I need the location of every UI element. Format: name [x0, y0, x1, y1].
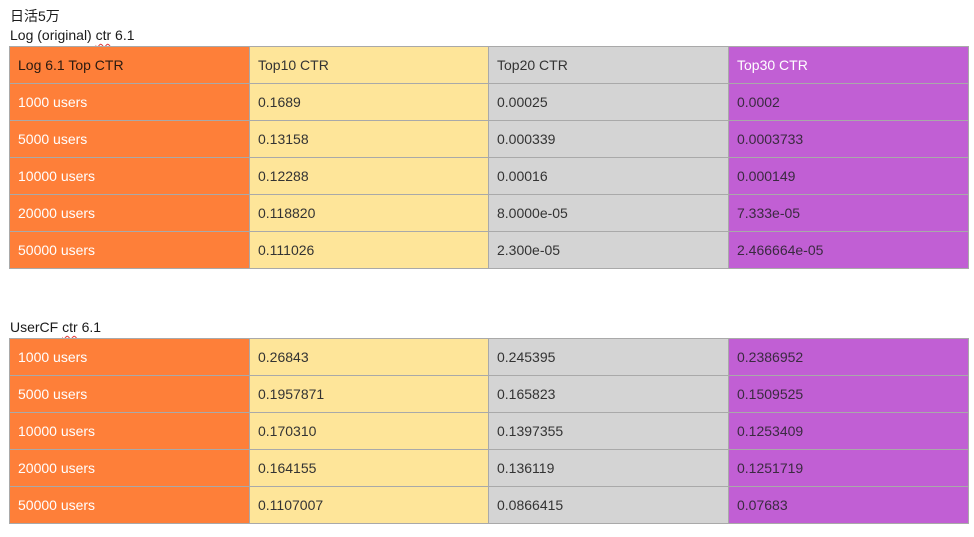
- table-cell[interactable]: 20000 users: [9, 449, 250, 487]
- table-row: 5000 users 0.13158 0.000339 0.0003733: [9, 120, 969, 158]
- table-cell[interactable]: 0.0002: [728, 83, 969, 121]
- caption-log-table: Log (original) ctr 6.1: [10, 26, 135, 44]
- table-cell[interactable]: 0.1957871: [249, 375, 489, 413]
- caption-log-suffix: 6.1: [111, 27, 135, 43]
- table-cell[interactable]: 0.170310: [249, 412, 489, 450]
- table-cell[interactable]: 8.0000e-05: [488, 194, 729, 232]
- table-cell[interactable]: 0.118820: [249, 194, 489, 232]
- table-cell[interactable]: 10000 users: [9, 412, 250, 450]
- table-row: 1000 users 0.26843 0.245395 0.2386952: [9, 338, 969, 376]
- table-cell[interactable]: 7.333e-05: [728, 194, 969, 232]
- table-cell[interactable]: 0.1253409: [728, 412, 969, 450]
- log-header-top20[interactable]: Top20 CTR: [488, 46, 729, 84]
- table-cell[interactable]: 0.136119: [488, 449, 729, 487]
- caption-dau-text: 日活5万: [10, 8, 60, 24]
- log-header-top10[interactable]: Top10 CTR: [249, 46, 489, 84]
- table-cell[interactable]: 0.000339: [488, 120, 729, 158]
- table-cell[interactable]: 0.2386952: [728, 338, 969, 376]
- table-cell[interactable]: 5000 users: [9, 120, 250, 158]
- table-row: 20000 users 0.164155 0.136119 0.1251719: [9, 449, 969, 487]
- table-row: 50000 users 0.111026 2.300e-05 2.466664e…: [9, 231, 969, 269]
- table-cell[interactable]: 50000 users: [9, 486, 250, 524]
- table-row: 10000 users 0.170310 0.1397355 0.1253409: [9, 412, 969, 450]
- table-cell[interactable]: 0.164155: [249, 449, 489, 487]
- table-cell[interactable]: 5000 users: [9, 375, 250, 413]
- table-cell[interactable]: 20000 users: [9, 194, 250, 232]
- table-cell[interactable]: 50000 users: [9, 231, 250, 269]
- table-cell[interactable]: 0.165823: [488, 375, 729, 413]
- table-cell[interactable]: 0.1509525: [728, 375, 969, 413]
- caption-log-ctr-word: ctr: [95, 27, 112, 43]
- table-cell[interactable]: 0.12288: [249, 157, 489, 195]
- table-cell[interactable]: 0.1397355: [488, 412, 729, 450]
- table-cell[interactable]: 10000 users: [9, 157, 250, 195]
- table-row: 1000 users 0.1689 0.00025 0.0002: [9, 83, 969, 121]
- caption-usercf-suffix: 6.1: [77, 319, 102, 335]
- table-cell[interactable]: 0.111026: [249, 231, 489, 269]
- caption-log-prefix: Log (original): [10, 27, 96, 43]
- log-ctr-table: Log 6.1 Top CTR Top10 CTR Top20 CTR Top3…: [9, 46, 969, 269]
- log-header-top30[interactable]: Top30 CTR: [728, 46, 969, 84]
- table-cell[interactable]: 0.07683: [728, 486, 969, 524]
- table-row: 5000 users 0.1957871 0.165823 0.1509525: [9, 375, 969, 413]
- table-cell[interactable]: 0.00016: [488, 157, 729, 195]
- table-cell[interactable]: 1000 users: [9, 338, 250, 376]
- table-row: 50000 users 0.1107007 0.0866415 0.07683: [9, 486, 969, 524]
- table-cell[interactable]: 1000 users: [9, 83, 250, 121]
- table-cell[interactable]: 0.245395: [488, 338, 729, 376]
- caption-dau: 日活5万: [10, 7, 60, 25]
- table-cell[interactable]: 0.13158: [249, 120, 489, 158]
- caption-usercf-table: UserCF ctr 6.1: [10, 318, 101, 336]
- table-row: 20000 users 0.118820 8.0000e-05 7.333e-0…: [9, 194, 969, 232]
- table-row: 10000 users 0.12288 0.00016 0.000149: [9, 157, 969, 195]
- table-cell[interactable]: 0.1689: [249, 83, 489, 121]
- table-cell[interactable]: 0.1251719: [728, 449, 969, 487]
- usercf-ctr-table: 1000 users 0.26843 0.245395 0.2386952 50…: [9, 338, 969, 524]
- table-cell[interactable]: 0.0003733: [728, 120, 969, 158]
- table-cell[interactable]: 0.1107007: [249, 486, 489, 524]
- log-header-row: Log 6.1 Top CTR Top10 CTR Top20 CTR Top3…: [9, 46, 969, 84]
- table-cell[interactable]: 0.26843: [249, 338, 489, 376]
- table-cell[interactable]: 0.0866415: [488, 486, 729, 524]
- log-header-label[interactable]: Log 6.1 Top CTR: [9, 46, 250, 84]
- table-cell[interactable]: 2.300e-05: [488, 231, 729, 269]
- table-cell[interactable]: 0.000149: [728, 157, 969, 195]
- caption-usercf-ctr-word: ctr: [62, 319, 78, 335]
- table-cell[interactable]: 0.00025: [488, 83, 729, 121]
- table-cell[interactable]: 2.466664e-05: [728, 231, 969, 269]
- caption-usercf-prefix: UserCF: [10, 319, 63, 335]
